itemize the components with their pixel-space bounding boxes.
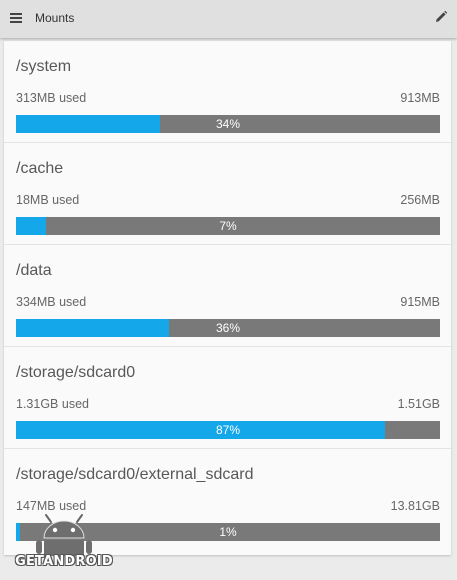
mount-total-size: 1.51GB bbox=[397, 397, 440, 411]
menu-icon[interactable] bbox=[10, 13, 22, 23]
mounts-card: /system 313MB used 913MB 34% /cache 18MB… bbox=[4, 41, 451, 555]
usage-percent-label: 87% bbox=[215, 423, 241, 437]
getandroid-watermark-logo: GETANDROID bbox=[14, 512, 114, 572]
mount-used-size: 147MB used bbox=[16, 499, 87, 513]
usage-percent-label: 36% bbox=[215, 321, 241, 335]
mount-used-size: 334MB used bbox=[16, 295, 87, 309]
usage-progress-bar: 7% bbox=[16, 217, 440, 235]
usage-progress-bar: 34% bbox=[16, 115, 440, 133]
mount-total-size: 915MB bbox=[400, 295, 440, 309]
watermark-text: GETANDROID bbox=[15, 554, 113, 569]
usage-percent-label: 7% bbox=[219, 219, 237, 233]
mount-name: /system bbox=[16, 58, 72, 75]
toolbar-title: Mounts bbox=[35, 11, 75, 25]
mount-name: /storage/sdcard0 bbox=[16, 364, 136, 381]
mount-item[interactable]: /cache 18MB used 256MB 7% bbox=[4, 143, 451, 245]
usage-progress-bar: 36% bbox=[16, 319, 440, 337]
toolbar: Mounts bbox=[0, 0, 457, 38]
mount-total-size: 256MB bbox=[400, 193, 440, 207]
pencil-icon[interactable] bbox=[434, 10, 448, 24]
mount-item[interactable]: /system 313MB used 913MB 34% bbox=[4, 41, 451, 143]
android-robot-icon bbox=[36, 514, 92, 556]
usage-percent-label: 34% bbox=[215, 117, 241, 131]
mount-name: /cache bbox=[16, 160, 64, 177]
mount-used-size: 1.31GB used bbox=[16, 397, 89, 411]
mount-name: /storage/sdcard0/external_sdcard bbox=[16, 466, 254, 483]
mount-total-size: 13.81GB bbox=[390, 499, 440, 513]
usage-progress-bar: 87% bbox=[16, 421, 440, 439]
mount-item[interactable]: /storage/sdcard0 1.31GB used 1.51GB 87% bbox=[4, 347, 451, 449]
mount-used-size: 18MB used bbox=[16, 193, 80, 207]
mount-used-size: 313MB used bbox=[16, 91, 87, 105]
mount-name: /data bbox=[16, 262, 52, 279]
mount-total-size: 913MB bbox=[400, 91, 440, 105]
mount-item[interactable]: /data 334MB used 915MB 36% bbox=[4, 245, 451, 347]
